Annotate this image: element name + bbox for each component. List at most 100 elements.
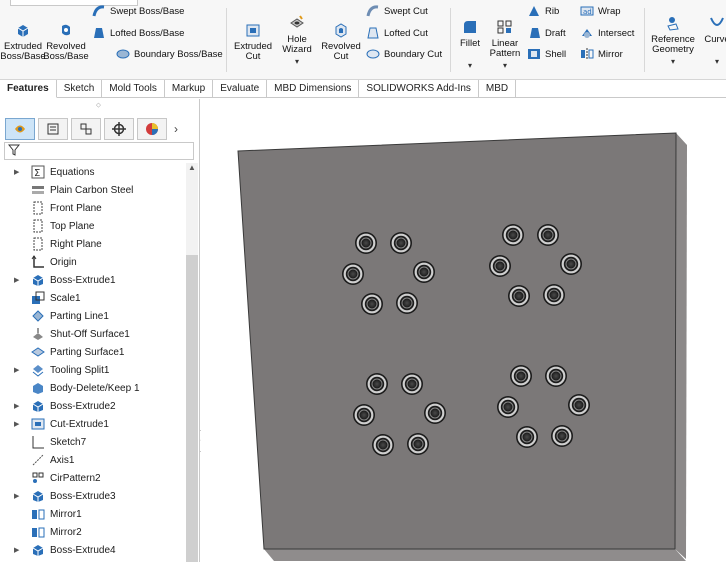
panel-more-chevron-icon[interactable]: ›: [174, 122, 178, 136]
hole-icon: [516, 426, 538, 448]
extruded-boss-button[interactable]: Extruded Boss/Base: [0, 21, 46, 62]
panel-grip-icon[interactable]: ⬦: [96, 102, 101, 110]
command-manager-tabs: Features Sketch Mold Tools Markup Evalua…: [0, 80, 726, 98]
tab-features[interactable]: Features: [0, 80, 57, 98]
tab-mold-tools[interactable]: Mold Tools: [102, 80, 165, 98]
expand-arrow-icon[interactable]: ▶: [14, 420, 19, 428]
expand-arrow-icon[interactable]: ▶: [14, 546, 19, 554]
extrude-icon: [31, 543, 45, 557]
tooling-split-icon: [31, 363, 45, 377]
tree-scrollbar-thumb[interactable]: [186, 255, 198, 562]
filter-icon[interactable]: [8, 144, 20, 156]
curves-button[interactable]: Curve ▾: [702, 14, 726, 67]
tree-item-parting-surface1[interactable]: Parting Surface1: [0, 343, 186, 361]
expand-arrow-icon[interactable]: ▶: [14, 492, 19, 500]
rib-button[interactable]: Rib: [527, 4, 559, 18]
lofted-boss-icon: [94, 28, 104, 38]
wrap-button[interactable]: ad Wrap: [580, 4, 621, 18]
swept-boss-button[interactable]: Swept Boss/Base: [92, 4, 184, 18]
tree-item-body-delete-keep-1[interactable]: Body-Delete/Keep 1: [0, 379, 186, 397]
tab-solidworks-add-ins[interactable]: SOLIDWORKS Add-Ins: [359, 80, 479, 98]
tree-item-boss-extrude1[interactable]: ▶ Boss-Extrude1: [0, 271, 186, 289]
shell-label: Shell: [545, 48, 567, 60]
tree-item-parting-line1[interactable]: Parting Line1: [0, 307, 186, 325]
shell-icon: [528, 49, 540, 59]
tree-item-sketch7[interactable]: Sketch7: [0, 433, 186, 451]
tree-item-top-plane[interactable]: Top Plane: [0, 217, 186, 235]
linear-pattern-dropdown-icon[interactable]: ▾: [503, 61, 507, 71]
feature-manager-panel: ⬦ › ▶ Σ Equations Plain Carbon Steel Front P…: [0, 99, 200, 562]
tab-evaluate[interactable]: Evaluate: [213, 80, 268, 98]
lofted-cut-button[interactable]: Lofted Cut: [366, 26, 428, 40]
tab-markup[interactable]: Markup: [165, 80, 214, 98]
extrude-icon: [31, 273, 45, 287]
swept-cut-button[interactable]: Swept Cut: [366, 4, 428, 18]
intersect-label: Intersect: [598, 27, 635, 39]
tree-item-label: Shut-Off Surface1: [50, 328, 130, 340]
expand-arrow-icon[interactable]: ▶: [14, 366, 19, 374]
tree-item-tooling-split1[interactable]: ▶ Tooling Split1: [0, 361, 186, 379]
linear-pattern-button[interactable]: Linear Pattern ▾: [488, 18, 522, 71]
property-manager-tab[interactable]: [38, 118, 68, 140]
lofted-boss-label: Lofted Boss/Base: [110, 27, 185, 39]
tab-sketch[interactable]: Sketch: [57, 80, 103, 98]
mirror-button[interactable]: Mirror: [580, 47, 623, 61]
tree-item-right-plane[interactable]: Right Plane: [0, 235, 186, 253]
configuration-manager-tab[interactable]: [71, 118, 101, 140]
draft-button[interactable]: Draft: [527, 26, 566, 40]
tree-item-shut-off-surface1[interactable]: Shut-Off Surface1: [0, 325, 186, 343]
revolved-cut-button[interactable]: Revolved Cut: [320, 21, 362, 62]
tab-mbd[interactable]: MBD: [479, 80, 517, 98]
boundary-boss-button[interactable]: Boundary Boss/Base: [116, 47, 223, 61]
expand-arrow-icon[interactable]: ▶: [14, 276, 19, 284]
draft-label: Draft: [545, 27, 566, 39]
hole-wizard-button[interactable]: Hole Wizard ▾: [278, 14, 316, 67]
tree-item-cirpattern2[interactable]: CirPattern2: [0, 469, 186, 487]
expand-arrow-icon[interactable]: ▶: [14, 402, 19, 410]
boundary-cut-button[interactable]: Boundary Cut: [366, 47, 442, 61]
hole-icon: [424, 402, 446, 424]
tree-item-scale1[interactable]: Scale1: [0, 289, 186, 307]
tree-item-boss-extrude4[interactable]: ▶ Boss-Extrude4: [0, 541, 186, 559]
tree-item-boss-extrude3[interactable]: ▶ Boss-Extrude3: [0, 487, 186, 505]
feature-manager-tab[interactable]: [5, 118, 35, 140]
hole-icon: [407, 433, 429, 455]
hole-icon: [510, 365, 532, 387]
tree-item-cut-extrude1[interactable]: ▶ Cut-Extrude1: [0, 415, 186, 433]
tree-item-mirror1[interactable]: Mirror1: [0, 505, 186, 523]
tree-item-plain-carbon-steel[interactable]: Plain Carbon Steel: [0, 181, 186, 199]
curves-dropdown-icon[interactable]: ▾: [715, 57, 719, 67]
reference-geometry-dropdown-icon[interactable]: ▾: [671, 57, 675, 67]
graphics-area[interactable]: [201, 99, 726, 562]
expand-arrow-icon[interactable]: ▶: [14, 168, 19, 176]
tab-mbd-dimensions[interactable]: MBD Dimensions: [267, 80, 360, 98]
scroll-up-arrow-icon[interactable]: ▲: [186, 163, 198, 175]
intersect-button[interactable]: Intersect: [580, 26, 634, 40]
extruded-cut-button[interactable]: Extruded Cut: [233, 21, 273, 62]
extruded-cut-icon: [246, 24, 260, 37]
tree-item-label: Boss-Extrude3: [50, 490, 116, 502]
tree-item-label: Mirror1: [50, 508, 82, 520]
tree-item-boss-extrude2[interactable]: ▶ Boss-Extrude2: [0, 397, 186, 415]
tree-item-front-plane[interactable]: Front Plane: [0, 199, 186, 217]
hole-icon: [372, 434, 394, 456]
tree-item-mirror2[interactable]: Mirror2: [0, 523, 186, 541]
revolved-boss-button[interactable]: Revolved Boss/Base: [43, 21, 89, 62]
tree-item-axis1[interactable]: Axis1: [0, 451, 186, 469]
hole-wizard-dropdown-icon[interactable]: ▾: [295, 57, 299, 67]
fillet-button[interactable]: Fillet ▾: [455, 18, 485, 71]
tree-item-label: Cut-Extrude1: [50, 418, 109, 430]
reference-geometry-button[interactable]: Reference Geometry ▾: [648, 14, 698, 67]
filter-box[interactable]: [4, 142, 194, 160]
tree-item-equations[interactable]: ▶ Σ Equations: [0, 163, 186, 181]
hole-icon: [489, 255, 511, 277]
dimxpert-manager-tab[interactable]: [104, 118, 134, 140]
plane-icon: [31, 219, 45, 233]
tree-item-origin[interactable]: Origin: [0, 253, 186, 271]
display-manager-tab[interactable]: [137, 118, 167, 140]
lofted-boss-button[interactable]: Lofted Boss/Base: [92, 26, 184, 40]
fillet-dropdown-icon[interactable]: ▾: [468, 61, 472, 71]
ribbon-separator: [450, 8, 451, 72]
shell-button[interactable]: Shell: [527, 47, 566, 61]
hole-icon: [537, 224, 559, 246]
